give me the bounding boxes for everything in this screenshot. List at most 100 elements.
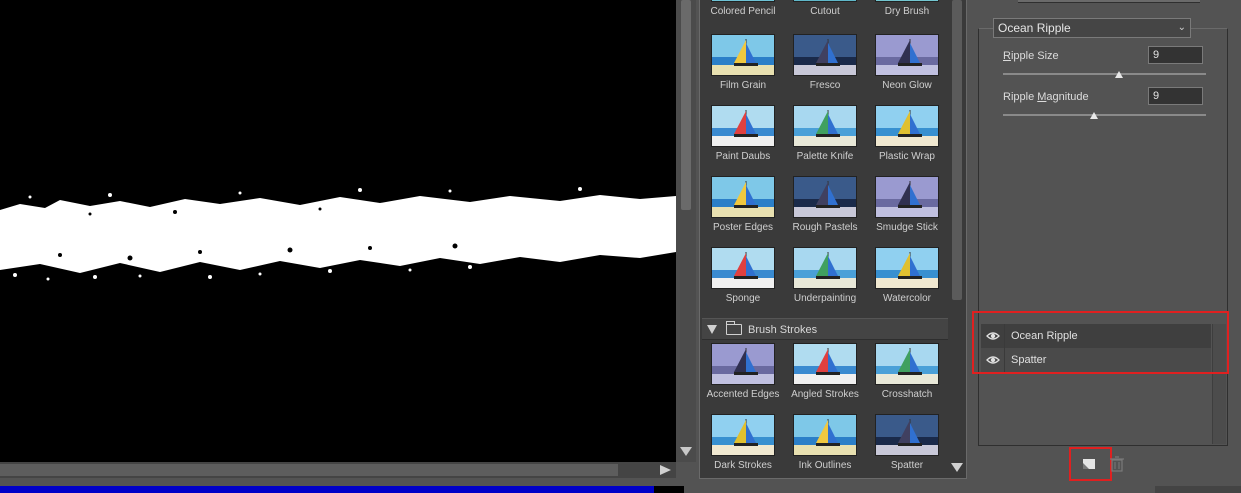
progress-strip-end <box>654 486 684 493</box>
gallery-row: Sponge Underpainting Watercolor <box>708 247 942 309</box>
ripple-size-slider[interactable] <box>1003 73 1206 75</box>
brush-strokes-folder[interactable]: Brush Strokes <box>702 318 950 340</box>
filter-thumbnail <box>875 343 939 385</box>
filter-label: Spatter <box>890 460 924 471</box>
filter-tile[interactable]: Colored Pencil <box>710 0 777 17</box>
filter-tile[interactable]: Underpainting <box>793 247 859 304</box>
ripple-magnitude-input[interactable]: 9 <box>1148 87 1203 105</box>
filter-tile[interactable]: Cutout <box>793 0 859 17</box>
filter-thumbnail <box>711 176 775 218</box>
gallery-row: Accented Edges Angled Strokes Crosshatch <box>707 343 942 405</box>
filter-tile[interactable]: Rough Pastels <box>792 176 859 233</box>
filter-label: Rough Pastels <box>792 222 858 233</box>
filter-thumbnail <box>875 414 939 456</box>
filter-thumbnail <box>793 176 857 218</box>
filter-tile[interactable]: Dry Brush <box>875 0 941 17</box>
filter-thumbnail <box>875 176 939 218</box>
filter-label: Smudge Stick <box>876 222 938 233</box>
filter-tile[interactable]: Crosshatch <box>875 343 941 400</box>
filter-tile[interactable]: Paint Daubs <box>711 105 777 162</box>
gallery-row: Dark Strokes Ink Outlines Spatter <box>708 414 942 476</box>
filter-tile[interactable]: Accented Edges <box>707 343 779 400</box>
filter-thumbnail <box>875 0 939 2</box>
filter-thumbnail <box>793 343 857 385</box>
scrollbar-thumb[interactable] <box>681 0 691 210</box>
delete-effect-layer-button[interactable] <box>1108 455 1126 472</box>
filter-thumbnail <box>711 105 775 147</box>
filter-thumbnail <box>711 343 775 385</box>
filter-select[interactable]: Ocean Ripple ⌄ <box>993 18 1191 38</box>
filter-label: Film Grain <box>719 80 767 91</box>
filter-tile[interactable]: Angled Strokes <box>791 343 859 400</box>
filter-tile[interactable]: Spatter <box>875 414 941 471</box>
filter-thumbnail <box>711 0 775 2</box>
filter-label: Palette Knife <box>796 151 854 162</box>
filter-label: Crosshatch <box>881 389 933 400</box>
ripple-size-label: Ripple Size <box>1003 50 1059 62</box>
filter-select-value: Ocean Ripple <box>998 21 1071 35</box>
filter-tile[interactable]: Film Grain <box>711 34 777 91</box>
expand-triangle-icon[interactable] <box>707 325 717 334</box>
filter-tile[interactable]: Plastic Wrap <box>875 105 941 162</box>
filter-tile[interactable]: Smudge Stick <box>875 176 941 233</box>
filter-tile[interactable]: Ink Outlines <box>793 414 859 471</box>
footer-strip <box>1155 486 1241 493</box>
filter-tile[interactable]: Neon Glow <box>875 34 941 91</box>
ripple-size-slider-thumb[interactable] <box>1114 71 1123 78</box>
filter-label: Dark Strokes <box>714 460 772 471</box>
filter-tile[interactable]: Sponge <box>711 247 777 304</box>
filter-label: Paint Daubs <box>715 151 771 162</box>
folder-icon <box>726 321 742 335</box>
filter-tile[interactable]: Dark Strokes <box>711 414 777 471</box>
filter-label: Ink Outlines <box>798 460 852 471</box>
new-layer-highlight-box <box>1069 447 1112 481</box>
filter-tile[interactable]: Poster Edges <box>711 176 777 233</box>
scrollbar-thumb[interactable] <box>0 464 618 476</box>
filter-label: Plastic Wrap <box>879 151 935 162</box>
filter-thumbnail <box>875 105 939 147</box>
ripple-magnitude-slider-thumb[interactable] <box>1090 112 1099 119</box>
chevron-down-icon: ⌄ <box>1177 22 1186 33</box>
filter-label: Cutout <box>810 6 840 17</box>
folder-label: Brush Strokes <box>748 324 818 336</box>
filter-label: Underpainting <box>793 293 857 304</box>
gallery-row: Paint Daubs Palette Knife Plastic Wrap <box>708 105 942 167</box>
filter-thumbnail <box>711 34 775 76</box>
filter-thumbnail <box>711 247 775 289</box>
gallery-scrollbar[interactable] <box>948 0 966 478</box>
filter-label: Accented Edges <box>706 389 780 400</box>
gallery-row: Poster Edges Rough Pastels Smudge Stick <box>708 176 942 238</box>
scroll-right-icon[interactable] <box>658 464 672 476</box>
preview-vertical-scrollbar[interactable] <box>676 0 696 462</box>
filter-thumbnail <box>875 34 939 76</box>
scroll-down-icon[interactable] <box>951 463 963 472</box>
filter-thumbnail <box>793 34 857 76</box>
scroll-down-icon[interactable] <box>680 447 692 456</box>
progress-strip <box>0 486 654 493</box>
filter-thumbnail <box>711 414 775 456</box>
scrollbar-thumb[interactable] <box>952 0 962 300</box>
filter-thumbnail <box>793 0 857 2</box>
preview-canvas[interactable] <box>0 0 676 462</box>
ripple-magnitude-slider[interactable] <box>1003 114 1206 116</box>
filter-label: Colored Pencil <box>710 6 776 17</box>
trash-icon <box>1110 456 1124 472</box>
preview-image <box>0 187 676 281</box>
ripple-magnitude-label: Ripple Magnitude <box>1003 91 1089 103</box>
ripple-size-input[interactable]: 9 <box>1148 46 1203 64</box>
filter-tile[interactable]: Fresco <box>793 34 859 91</box>
filter-label: Fresco <box>809 80 841 91</box>
filter-label: Neon Glow <box>882 80 932 91</box>
filter-label: Sponge <box>725 293 761 304</box>
filter-tile[interactable]: Palette Knife <box>793 105 859 162</box>
preview-horizontal-scrollbar[interactable] <box>0 462 676 478</box>
filter-label: Watercolor <box>883 293 931 304</box>
filter-label: Dry Brush <box>884 6 930 17</box>
gallery-row: Film Grain Fresco Neon Glow <box>708 34 942 96</box>
filter-tile[interactable]: Watercolor <box>875 247 941 304</box>
top-divider <box>1018 0 1200 3</box>
filter-label: Poster Edges <box>712 222 774 233</box>
filter-thumbnail <box>793 414 857 456</box>
filter-thumbnail <box>793 105 857 147</box>
filter-thumbnail <box>875 247 939 289</box>
